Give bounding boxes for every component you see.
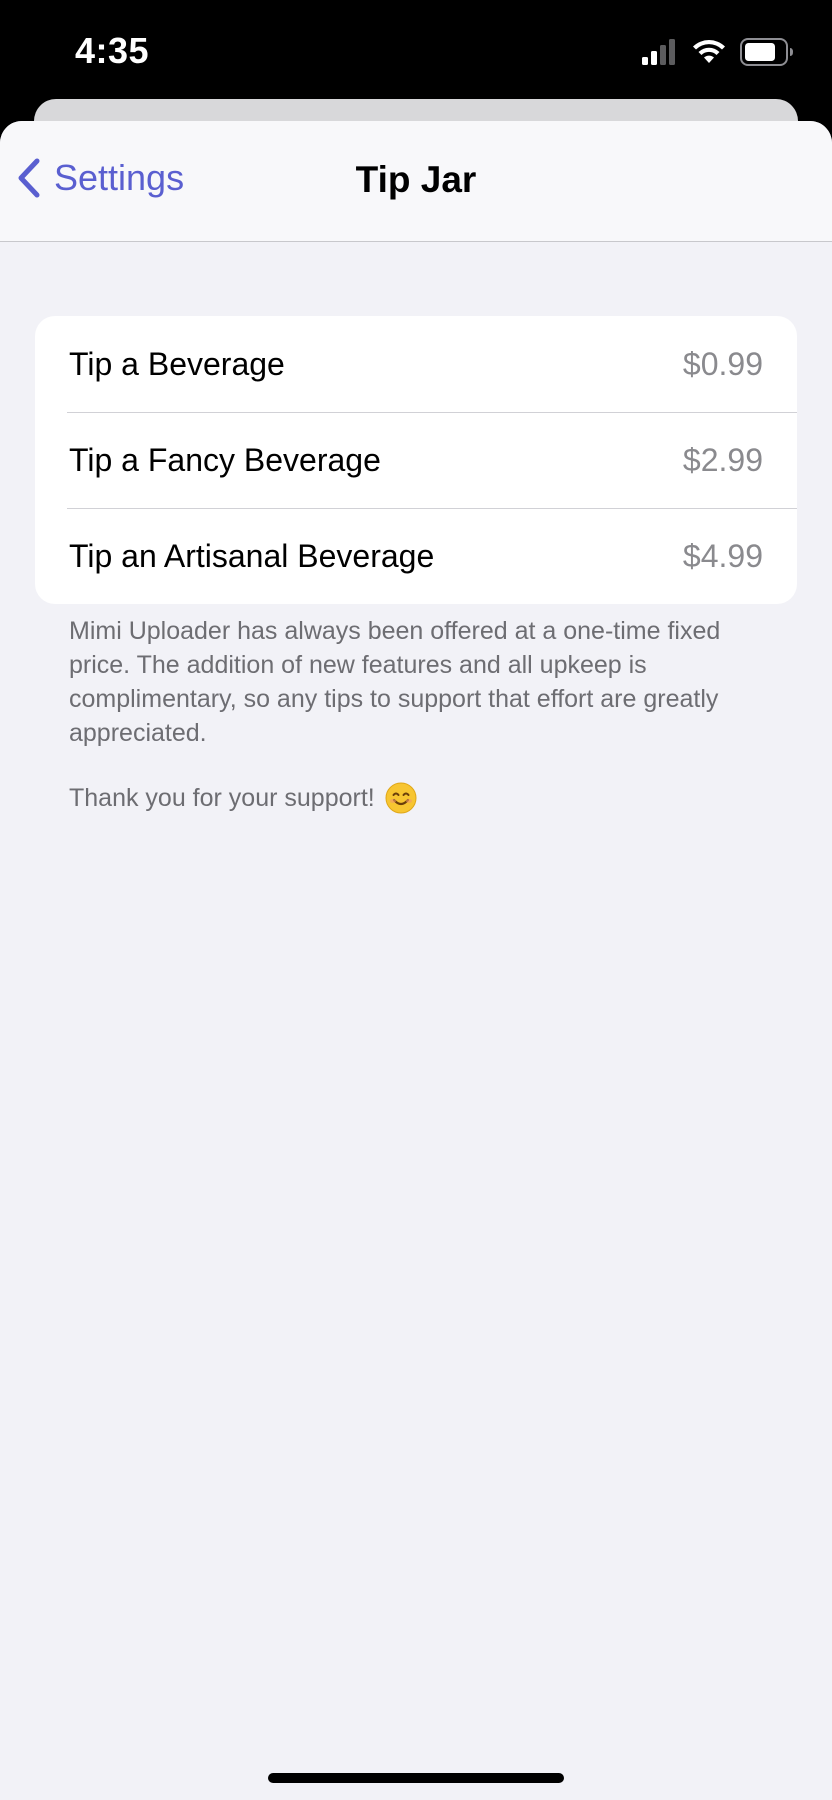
tip-option-price: $4.99 <box>682 537 763 574</box>
thanks-text: Thank you for your support! <box>69 784 375 812</box>
status-time: 4:35 <box>75 30 150 71</box>
tip-option-fancy-beverage[interactable]: Tip a Fancy Beverage $2.99 <box>35 412 797 508</box>
tip-option-artisanal-beverage[interactable]: Tip an Artisanal Beverage $4.99 <box>35 508 797 604</box>
status-icons <box>642 38 794 66</box>
tip-option-label: Tip a Fancy Beverage <box>69 441 381 478</box>
tip-options-list: Tip a Beverage $0.99 Tip a Fancy Beverag… <box>35 316 797 604</box>
status-bar: 4:35 <box>0 0 832 100</box>
battery-icon <box>740 38 793 66</box>
tip-jar-description: Mimi Uploader has always been offered at… <box>69 617 721 747</box>
smiling-face-icon <box>385 782 417 814</box>
tip-option-label: Tip a Beverage <box>69 345 285 382</box>
tip-option-price: $0.99 <box>682 345 763 382</box>
tip-option-label: Tip an Artisanal Beverage <box>69 537 435 574</box>
tip-option-price: $2.99 <box>682 441 763 478</box>
page-title: Tip Jar <box>355 159 477 200</box>
tip-option-beverage[interactable]: Tip a Beverage $0.99 <box>35 316 797 412</box>
home-indicator[interactable] <box>268 1773 564 1783</box>
navigation-bar: Settings Tip Jar <box>0 121 832 242</box>
tip-jar-sheet: Settings Tip Jar Tip a Beverage $0.99 Ti… <box>0 121 832 1800</box>
wifi-icon <box>693 40 725 63</box>
thanks-message: Thank you for your support! <box>69 781 417 815</box>
cellular-signal-icon <box>642 39 675 65</box>
